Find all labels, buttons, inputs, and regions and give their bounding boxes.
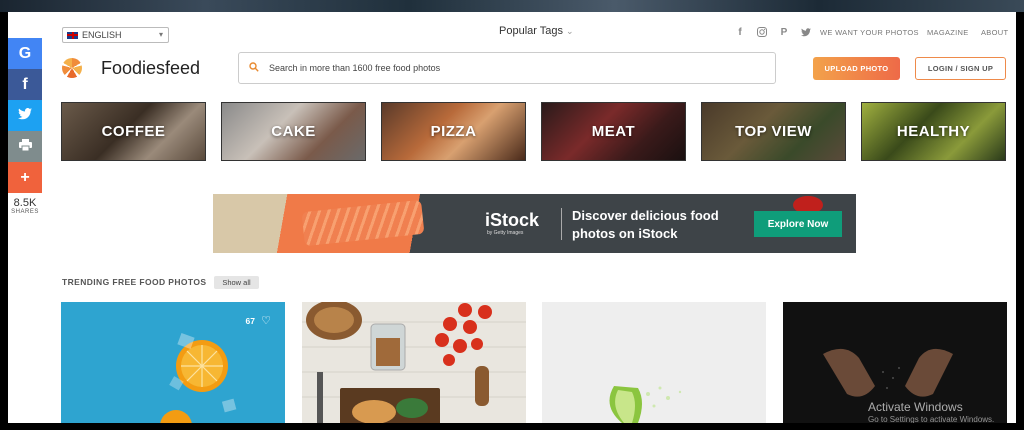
explore-now-button[interactable]: Explore Now xyxy=(754,211,842,237)
caret-down-icon: ▾ xyxy=(158,30,163,39)
banner-headline-1: Discover delicious food xyxy=(572,208,719,223)
chevron-down-icon: ⌄ xyxy=(566,26,574,36)
want-photos-link[interactable]: WE WANT YOUR PHOTOS xyxy=(820,28,919,37)
like-count: 67 xyxy=(245,316,255,326)
photo-lime[interactable] xyxy=(542,302,766,423)
twitter-icon xyxy=(18,107,32,125)
category-label: MEAT xyxy=(591,123,636,140)
popular-tags-menu[interactable]: Popular Tags ⌄ xyxy=(499,25,574,37)
print-icon xyxy=(18,138,32,156)
table-image xyxy=(302,302,526,423)
category-cake[interactable]: CAKE xyxy=(221,102,366,161)
category-top-view[interactable]: TOP VIEW xyxy=(701,102,846,161)
top-image-strip xyxy=(0,0,1024,12)
share-count: 8.5K SHARES xyxy=(8,197,42,215)
instagram-icon[interactable] xyxy=(757,26,767,38)
category-label: CAKE xyxy=(271,123,316,140)
search-placeholder: Search in more than 1600 free food photo… xyxy=(269,63,441,73)
twitter-icon[interactable] xyxy=(801,26,811,38)
category-pizza[interactable]: PIZZA xyxy=(381,102,526,161)
search-icon xyxy=(249,61,259,75)
google-share-button[interactable]: G xyxy=(8,38,42,69)
activate-windows-title: Activate Windows xyxy=(868,400,963,414)
facebook-icon[interactable]: f xyxy=(735,26,745,38)
language-label: ENGLISH xyxy=(82,30,122,40)
banner-divider xyxy=(561,208,562,240)
popular-tags-label: Popular Tags xyxy=(499,25,564,37)
plus-icon: + xyxy=(20,168,30,186)
share-count-label: SHARES xyxy=(11,209,39,215)
social-links: f P xyxy=(735,26,811,38)
login-signup-button[interactable]: LOGIN / SIGN UP xyxy=(915,57,1006,80)
lime-image xyxy=(609,386,682,423)
share-sidebar: G f + 8.5K SHARES xyxy=(8,38,42,215)
trending-title: TRENDING FREE FOOD PHOTOS xyxy=(62,277,207,287)
page: G f + 8.5K SHARES ENGLISH ▾ Popular Tags… xyxy=(8,12,1016,423)
istock-logo: iStock xyxy=(485,210,540,230)
category-label: PIZZA xyxy=(430,123,477,140)
photo-orange[interactable]: 67 ♡ xyxy=(61,302,285,423)
istock-logo-sub: by Getty Images xyxy=(487,230,524,236)
brand-name[interactable]: Foodiesfeed xyxy=(101,58,200,79)
category-label: COFFEE xyxy=(101,123,166,140)
category-coffee[interactable]: COFFEE xyxy=(61,102,206,161)
heart-icon[interactable]: ♡ xyxy=(261,314,271,327)
print-share-button[interactable] xyxy=(8,131,42,162)
photo-table[interactable] xyxy=(302,302,526,423)
more-share-button[interactable]: + xyxy=(8,162,42,193)
search-input[interactable]: Search in more than 1600 free food photo… xyxy=(238,52,776,84)
category-label: HEALTHY xyxy=(896,123,971,140)
category-healthy[interactable]: HEALTHY xyxy=(861,102,1006,161)
language-select[interactable]: ENGLISH ▾ xyxy=(62,27,169,43)
upload-photo-button[interactable]: UPLOAD PHOTO xyxy=(813,57,900,80)
google-icon: G xyxy=(18,44,32,62)
category-label: TOP VIEW xyxy=(735,123,812,140)
facebook-icon: f xyxy=(22,75,28,93)
show-all-button[interactable]: Show all xyxy=(214,276,259,289)
magazine-link[interactable]: MAGAZINE xyxy=(927,28,969,37)
share-count-number: 8.5K xyxy=(13,197,37,209)
category-meat[interactable]: MEAT xyxy=(541,102,686,161)
banner-headline-2: photos on iStock xyxy=(572,226,678,241)
logo-icon[interactable] xyxy=(62,58,82,78)
pinterest-icon[interactable]: P xyxy=(779,26,789,38)
activate-windows-sub: Go to Settings to activate Windows. xyxy=(868,415,995,423)
istock-banner[interactable]: iStock by Getty Images Discover deliciou… xyxy=(213,194,856,253)
facebook-share-button[interactable]: f xyxy=(8,69,42,100)
uk-flag-icon xyxy=(67,31,78,39)
about-link[interactable]: ABOUT xyxy=(981,28,1008,37)
twitter-share-button[interactable] xyxy=(8,100,42,131)
